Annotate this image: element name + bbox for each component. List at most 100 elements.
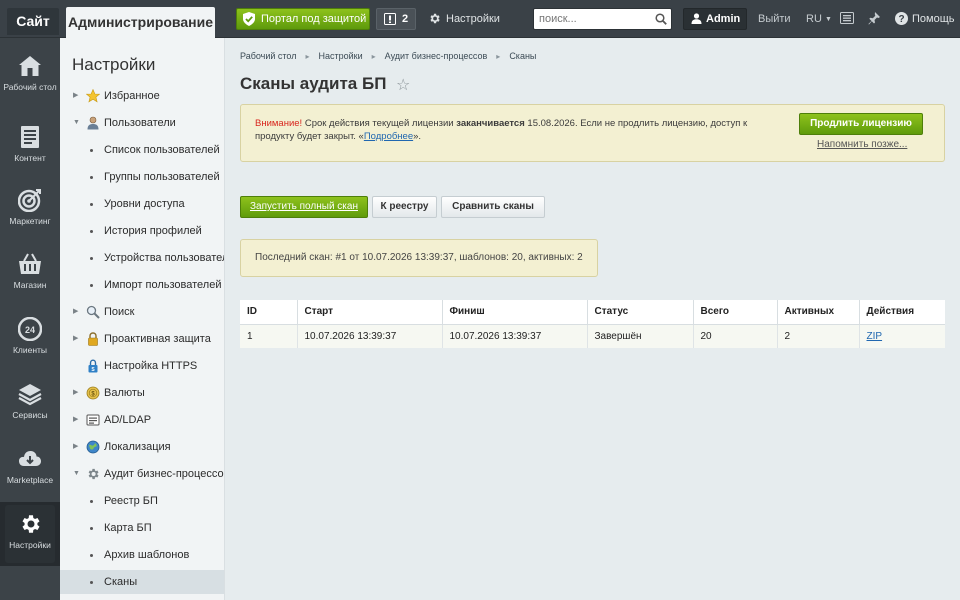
menu-item-search[interactable]: ▶ Поиск xyxy=(60,300,224,324)
cell-active: 2 xyxy=(777,324,860,348)
menu-item-label: Устройства пользователей xyxy=(104,252,224,264)
rail-item-label: Клиенты xyxy=(12,345,48,355)
help-link[interactable]: ? Помощь xyxy=(895,12,955,26)
logout-link[interactable]: Выйти xyxy=(758,13,791,25)
rail-item-desktop[interactable]: Рабочий стол xyxy=(0,44,60,108)
chevron-down-icon[interactable]: ▼ xyxy=(73,111,81,135)
menu-item-scans[interactable]: Сканы xyxy=(60,570,224,594)
menu-item-label: Настройка HTTPS xyxy=(104,360,198,372)
shield-icon xyxy=(243,12,255,26)
menu-item-user-groups[interactable]: Группы пользователей xyxy=(60,165,224,189)
rail-item-label: Marketplace xyxy=(6,475,54,485)
menu-item-user-import[interactable]: Импорт пользователей xyxy=(60,273,224,297)
column-header-total[interactable]: Всего xyxy=(693,300,778,325)
menu-item-label: Импорт пользователей xyxy=(104,279,222,291)
chevron-right-icon[interactable]: ▶ xyxy=(73,435,81,459)
rail-item-settings[interactable]: Настройки xyxy=(0,502,60,566)
menu-item-bp-audit[interactable]: ▼ Аудит бизнес-процессов xyxy=(60,462,224,486)
document-icon xyxy=(21,126,39,148)
help-label: Помощь xyxy=(912,13,955,25)
tab-administration[interactable]: Администрирование xyxy=(66,7,215,38)
menu-item-label: AD/LDAP xyxy=(104,414,152,426)
menu-item-template-archive[interactable]: Архив шаблонов xyxy=(60,543,224,567)
menu-item-proactive-protection[interactable]: ▶ Проактивная защита xyxy=(60,327,224,351)
menu-item-label: Список пользователей xyxy=(104,144,220,156)
remind-later-link[interactable]: Напомнить позже... xyxy=(817,139,907,150)
menu-item-users[interactable]: ▼ Пользователи xyxy=(60,111,224,135)
compare-scans-button[interactable]: Сравнить сканы xyxy=(441,196,545,218)
menu-item-access-levels[interactable]: Уровни доступа xyxy=(60,192,224,216)
main-content: Рабочий стол ▸ Настройки ▸ Аудит бизнес-проц… xyxy=(226,38,960,600)
breadcrumb-bp-audit[interactable]: Аудит бизнес-процессов xyxy=(385,51,488,61)
favorite-star-icon[interactable]: ☆ xyxy=(396,75,410,95)
more-info-link[interactable]: Подробнее xyxy=(364,131,413,142)
breadcrumb-desktop[interactable]: Рабочий стол xyxy=(240,51,297,61)
menu-item-ad-ldap[interactable]: ▶ AD/LDAP xyxy=(60,408,224,432)
rail-item-services[interactable]: Сервисы xyxy=(0,372,60,436)
notifications-button[interactable]: 2 xyxy=(376,8,416,30)
column-header-id[interactable]: ID xyxy=(240,300,298,325)
user-menu-button[interactable]: Admin xyxy=(683,8,747,30)
target-icon xyxy=(18,189,41,212)
chevron-right-icon[interactable]: ▶ xyxy=(73,381,81,405)
svg-text:?: ? xyxy=(898,14,904,25)
chevron-down-icon[interactable]: ▼ xyxy=(73,462,81,486)
breadcrumb-settings[interactable]: Настройки xyxy=(319,51,363,61)
search-icon[interactable] xyxy=(655,13,667,25)
gear-icon xyxy=(22,515,40,533)
keyboard-icon[interactable] xyxy=(840,12,854,24)
menu-item-profile-history[interactable]: История профилей xyxy=(60,219,224,243)
language-selector[interactable]: RU ▼ xyxy=(806,13,832,25)
breadcrumb-scans[interactable]: Сканы xyxy=(509,51,536,61)
search-input[interactable] xyxy=(534,9,649,29)
menu-item-user-devices[interactable]: Устройства пользователей xyxy=(60,246,224,270)
bullet xyxy=(90,176,93,179)
menu-item-https[interactable]: S Настройка HTTPS xyxy=(60,354,224,378)
chevron-right-icon[interactable]: ▶ xyxy=(73,327,81,351)
user-icon xyxy=(691,13,702,24)
column-header-start[interactable]: Старт xyxy=(297,300,443,325)
rail-item-marketing[interactable]: Маркетинг xyxy=(0,178,60,242)
menu-item-user-list[interactable]: Список пользователей xyxy=(60,138,224,162)
settings-link[interactable]: Настройки xyxy=(428,12,500,26)
rail-item-shop[interactable]: Магазин xyxy=(0,242,60,306)
gear-icon xyxy=(430,13,440,24)
column-header-status[interactable]: Статус xyxy=(587,300,694,325)
top-bar: Сайт Администрирование Портал под защито… xyxy=(0,0,960,38)
bullet xyxy=(90,203,93,206)
menu-item-label: Архив шаблонов xyxy=(104,549,190,561)
menu-item-label: Реестр БП xyxy=(104,495,158,507)
table-row: 1 10.07.2026 13:39:37 10.07.2026 13:39:3… xyxy=(240,324,945,348)
chevron-right-icon[interactable]: ▶ xyxy=(73,84,81,108)
column-header-finish[interactable]: Финиш xyxy=(442,300,588,325)
bullet xyxy=(90,284,93,287)
menu-item-currencies[interactable]: ▶ $ Валюты xyxy=(60,381,224,405)
cell-finish: 10.07.2026 13:39:37 xyxy=(442,324,588,348)
menu-item-label: Группы пользователей xyxy=(104,171,220,183)
renew-license-button[interactable]: Продлить лицензию xyxy=(799,113,923,135)
main-nav-rail: Рабочий стол Контент Маркетинг Магазин 2… xyxy=(0,38,60,600)
pin-icon[interactable] xyxy=(868,12,880,25)
menu-item-bp-map[interactable]: Карта БП xyxy=(60,516,224,540)
chevron-right-icon: ▸ xyxy=(305,52,310,61)
cell-status: Завершён xyxy=(587,324,694,348)
menu-item-label: Локализация xyxy=(104,441,171,453)
menu-item-bp-registry[interactable]: Реестр БП xyxy=(60,489,224,513)
zip-download-link[interactable]: ZIP xyxy=(867,331,883,342)
rail-item-clients[interactable]: 24 Клиенты xyxy=(0,307,60,371)
bullet xyxy=(90,527,93,530)
rail-item-content[interactable]: Контент xyxy=(0,115,60,179)
chevron-right-icon[interactable]: ▶ xyxy=(73,300,81,324)
column-header-active[interactable]: Активных xyxy=(777,300,860,325)
chevron-right-icon[interactable]: ▶ xyxy=(73,408,81,432)
menu-item-localization[interactable]: ▶ Локализация xyxy=(60,435,224,459)
portal-protected-button[interactable]: Портал под защитой xyxy=(236,8,370,30)
rail-item-marketplace[interactable]: Marketplace xyxy=(0,437,60,501)
settings-menu: Настройки ▶ Избранное ▼ Пользователи Спи… xyxy=(60,38,225,600)
to-registry-button[interactable]: К реестру xyxy=(372,196,437,218)
star-icon xyxy=(86,89,100,103)
tab-site[interactable]: Сайт xyxy=(7,8,59,35)
run-full-scan-button[interactable]: Запустить полный скан xyxy=(240,196,368,218)
menu-item-favorites[interactable]: ▶ Избранное xyxy=(60,84,224,108)
bullet xyxy=(90,230,93,233)
